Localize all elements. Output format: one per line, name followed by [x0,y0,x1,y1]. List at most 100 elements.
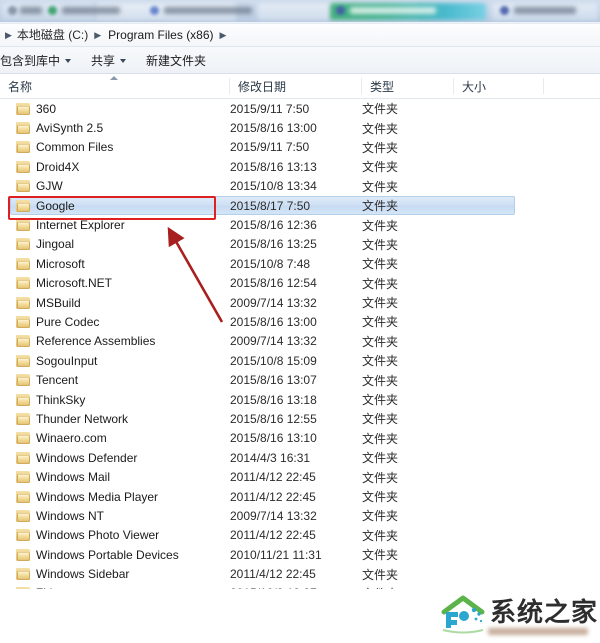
file-name-cell[interactable]: Windows NT [0,509,230,523]
folder-icon [16,315,30,328]
file-row[interactable]: Microsoft 2015/10/8 7:48 文件夹 [0,254,600,273]
file-name-cell[interactable]: Google [0,199,230,213]
column-header-date[interactable]: 修改日期 [230,74,362,98]
column-header-type[interactable]: 类型 [362,74,454,98]
file-row[interactable]: Internet Explorer 2015/8/16 12:36 文件夹 [0,215,600,234]
folder-icon [16,102,30,115]
file-row[interactable]: Google 2015/8/17 7:50 文件夹 [0,195,600,216]
file-name-cell[interactable]: 360 [0,102,230,116]
file-name-cell[interactable]: ZkLan [0,586,230,589]
file-row[interactable]: Tencent 2015/8/16 13:07 文件夹 [0,370,600,389]
file-row[interactable]: Microsoft.NET 2015/8/16 12:54 文件夹 [0,274,600,293]
file-row[interactable]: MSBuild 2009/7/14 13:32 文件夹 [0,293,600,312]
file-row[interactable]: 360 2015/9/11 7:50 文件夹 [0,99,600,118]
file-name-cell[interactable]: Windows Media Player [0,490,230,504]
file-row[interactable]: Jingoal 2015/8/16 13:25 文件夹 [0,235,600,254]
file-type-cell: 文件夹 [362,567,399,582]
tab-favicon-2 [48,6,57,15]
file-name-cell[interactable]: Reference Assemblies [0,334,230,348]
folder-icon [16,219,30,232]
file-name-cell[interactable]: Windows Portable Devices [0,548,230,562]
file-row[interactable]: Windows Sidebar 2011/4/12 22:45 文件夹 [0,564,600,583]
file-type-cell: 文件夹 [362,140,399,155]
file-name-label: ZkLan [36,586,69,589]
folder-icon [16,548,30,561]
file-name-label: Common Files [36,140,114,155]
file-date-cell: 2015/8/16 13:00 [230,314,317,329]
file-name-label: Tencent [36,373,79,388]
file-row[interactable]: AviSynth 2.5 2015/8/16 13:00 文件夹 [0,118,600,137]
file-row[interactable]: Windows Mail 2011/4/12 22:45 文件夹 [0,467,600,486]
file-name-cell[interactable]: MSBuild [0,296,230,310]
file-list[interactable]: 360 2015/9/11 7:50 文件夹 AviSynth 2.5 2015/8/1… [0,99,600,589]
folder-icon [16,393,30,406]
chevron-down-icon [120,59,127,63]
file-row[interactable]: Thunder Network 2015/8/16 12:55 文件夹 [0,409,600,428]
toolbar-new-folder[interactable]: 新建文件夹 [136,50,216,70]
file-type-cell: 文件夹 [362,585,454,589]
file-name-cell[interactable]: Pure Codec [0,315,230,329]
file-date-cell: 2011/4/12 22:45 [230,528,316,543]
file-name-cell[interactable]: Common Files [0,140,230,154]
file-name-cell[interactable]: Winaero.com [0,431,230,445]
folder-icon [16,451,30,464]
file-type-cell: 文件夹 [362,179,399,194]
folder-icon [16,335,30,348]
file-row[interactable]: Windows NT 2009/7/14 13:32 文件夹 [0,506,600,525]
file-row[interactable]: SogouInput 2015/10/8 15:09 文件夹 [0,351,600,370]
file-row[interactable]: Droid4X 2015/8/16 13:13 文件夹 [0,157,600,176]
file-row[interactable]: Common Files 2015/9/11 7:50 文件夹 [0,138,600,157]
file-row[interactable]: GJW 2015/10/8 13:34 文件夹 [0,177,600,196]
breadcrumb-sep-2: ▶ [219,30,227,40]
column-header-size[interactable]: 大小 [454,74,544,98]
toolbar-new-folder-label: 新建文件夹 [146,53,207,68]
file-row[interactable]: Reference Assemblies 2009/7/14 13:32 文件夹 [0,332,600,351]
file-name-cell[interactable]: GJW [0,179,230,193]
file-type-cell: 文件夹 [362,199,399,214]
file-row[interactable]: Windows Media Player 2011/4/12 22:45 文件夹 [0,487,600,506]
folder-icon [16,238,30,251]
file-row[interactable]: Pure Codec 2015/8/16 13:00 文件夹 [0,312,600,331]
file-name-cell[interactable]: Windows Sidebar [0,567,230,581]
file-date-cell: 2015/8/16 12:54 [230,276,317,291]
tab-favicon-1 [8,6,17,15]
breadcrumb-local-disk-c[interactable]: 本地磁盘 (C:) [17,24,90,46]
file-name-label: Microsoft [36,256,85,271]
file-row[interactable]: Windows Portable Devices 2010/11/21 11:31… [0,545,600,564]
sort-ascending-icon [110,76,118,80]
file-name-cell[interactable]: Windows Defender [0,451,230,465]
watermark-url-blurred [488,628,588,635]
file-name-cell[interactable]: Tencent [0,373,230,387]
file-name-cell[interactable]: Windows Photo Viewer [0,528,230,542]
file-name-cell[interactable]: Droid4X [0,160,230,174]
file-name-cell[interactable]: Microsoft.NET [0,276,230,290]
file-row[interactable]: Windows Photo Viewer 2011/4/12 22:45 文件夹 [0,526,600,545]
column-header-name[interactable]: 名称 [0,74,230,98]
file-name-cell[interactable]: Windows Mail [0,470,230,484]
file-name-cell[interactable]: ThinkSky [0,393,230,407]
file-date-cell: 2015/10/8 7:48 [230,256,311,271]
file-name-label: GJW [36,179,63,194]
tab-title-2 [62,7,120,14]
file-name-label: Windows Media Player [36,489,159,504]
breadcrumb-program-files-x86[interactable]: Program Files (x86) [106,24,215,46]
file-name-cell[interactable]: Jingoal [0,237,230,251]
breadcrumb[interactable]: ▶ 本地磁盘 (C:) ▶ Program Files (x86) ▶ [0,24,231,46]
toolbar-include-in-library[interactable]: 包含到库中 [0,50,81,70]
file-name-cell[interactable]: Microsoft [0,257,230,271]
toolbar-share[interactable]: 共享 [81,50,136,70]
column-header-name-label: 名称 [8,79,33,94]
folder-icon [16,257,30,270]
file-type-cell: 文件夹 [362,509,399,524]
address-bar[interactable]: ▶ 本地磁盘 (C:) ▶ Program Files (x86) ▶ [0,24,600,46]
file-name-cell[interactable]: Thunder Network [0,412,230,426]
file-date-cell: 2009/7/14 13:32 [230,295,317,310]
file-name-cell[interactable]: Internet Explorer [0,218,230,232]
file-name-label: Droid4X [36,159,80,174]
file-row[interactable]: ThinkSky 2015/8/16 13:18 文件夹 [0,390,600,409]
file-row[interactable]: Windows Defender 2014/4/3 16:31 文件夹 [0,448,600,467]
browser-tab-strip[interactable] [0,0,600,22]
file-name-cell[interactable]: AviSynth 2.5 [0,121,230,135]
file-row[interactable]: Winaero.com 2015/8/16 13:10 文件夹 [0,429,600,448]
file-name-cell[interactable]: SogouInput [0,354,230,368]
